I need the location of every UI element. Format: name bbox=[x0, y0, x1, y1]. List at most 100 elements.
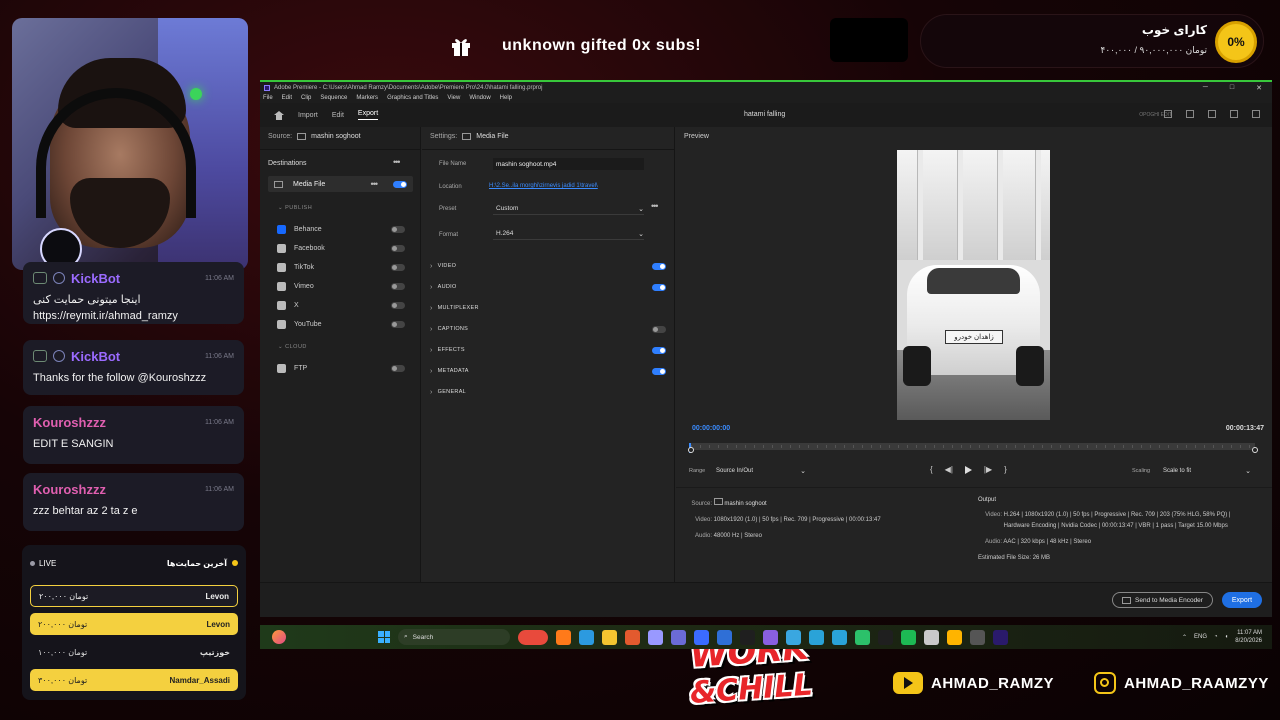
taskbar-app-icon[interactable] bbox=[518, 630, 548, 645]
tab-import[interactable]: Import bbox=[298, 112, 318, 119]
wifi-icon[interactable]: ◔ bbox=[1214, 634, 1218, 640]
section-toggle[interactable] bbox=[652, 325, 666, 333]
scaling-select[interactable]: Scale to fit ⌄ bbox=[1163, 465, 1251, 477]
fullscreen-icon[interactable] bbox=[1252, 110, 1260, 118]
section-video[interactable]: › VIDEO bbox=[430, 259, 666, 273]
taskbar-app-icon[interactable] bbox=[878, 630, 893, 645]
tab-edit[interactable]: Edit bbox=[332, 112, 344, 119]
dest-toggle[interactable] bbox=[391, 282, 405, 290]
more-options-icon[interactable]: ••• bbox=[393, 157, 401, 167]
taskbar-app-icon[interactable] bbox=[924, 630, 939, 645]
in-point-handle[interactable] bbox=[688, 447, 694, 453]
section-metadata[interactable]: › METADATA bbox=[430, 364, 666, 378]
minimize-icon[interactable]: ─ bbox=[1203, 84, 1208, 92]
quick-export-icon[interactable] bbox=[1186, 110, 1194, 118]
section-toggle[interactable] bbox=[652, 262, 666, 270]
taskbar-app-icon[interactable] bbox=[648, 630, 663, 645]
taskbar-app-icon[interactable] bbox=[579, 630, 594, 645]
dest-item-youtube[interactable]: YouTube bbox=[277, 318, 405, 330]
taskbar-app-icon[interactable] bbox=[947, 630, 962, 645]
timecode-start[interactable]: 00:00:00:00 bbox=[692, 425, 730, 432]
section-effects[interactable]: › EFFECTS bbox=[430, 343, 666, 357]
taskbar-app-icon[interactable] bbox=[901, 630, 916, 645]
menu-item-window[interactable]: Window bbox=[469, 95, 490, 101]
taskbar-app-icon[interactable] bbox=[740, 630, 755, 645]
menu-item-help[interactable]: Help bbox=[500, 95, 512, 101]
dest-item-x[interactable]: X bbox=[277, 299, 405, 311]
step-back-icon[interactable]: ◀︎| bbox=[945, 465, 953, 474]
section-audio[interactable]: › AUDIO bbox=[430, 280, 666, 294]
taskbar-app-icon[interactable] bbox=[602, 630, 617, 645]
section-captions[interactable]: › CAPTIONS bbox=[430, 322, 666, 336]
section-multiplexer[interactable]: › MULTIPLEXER bbox=[430, 301, 666, 315]
dest-item-ftp[interactable]: FTP bbox=[277, 362, 405, 374]
dest-toggle[interactable] bbox=[391, 263, 405, 271]
taskbar-app-icon[interactable] bbox=[625, 630, 640, 645]
mark-out-icon[interactable]: } bbox=[1004, 465, 1007, 474]
search-icon[interactable] bbox=[1230, 110, 1238, 118]
lang-indicator[interactable]: ENG bbox=[1194, 634, 1207, 640]
dest-item-facebook[interactable]: Facebook bbox=[277, 242, 405, 254]
preset-menu-icon[interactable]: ••• bbox=[651, 201, 659, 211]
dest-media-file[interactable]: Media File ••• bbox=[268, 176, 413, 192]
section-toggle[interactable] bbox=[652, 367, 666, 375]
menu-item-edit[interactable]: Edit bbox=[282, 95, 292, 101]
range-select[interactable]: Source In/Out ⌄ bbox=[716, 465, 806, 477]
taskbar-app-icon[interactable] bbox=[717, 630, 732, 645]
clock[interactable]: 11:07 AM 8/20/2026 bbox=[1235, 629, 1262, 645]
dest-item-vimeo[interactable]: Vimeo bbox=[277, 280, 405, 292]
taskbar-app-icon[interactable] bbox=[763, 630, 778, 645]
tab-export[interactable]: Export bbox=[357, 110, 379, 120]
menu-item-sequence[interactable]: Sequence bbox=[320, 95, 347, 101]
file-name-input[interactable]: mashin soghoot.mp4 bbox=[493, 158, 644, 170]
menu-item-clip[interactable]: Clip bbox=[301, 95, 311, 101]
send-to-encoder-button[interactable]: Send to Media Encoder bbox=[1112, 592, 1213, 608]
mark-in-icon[interactable]: { bbox=[930, 465, 933, 474]
taskbar-app-icon[interactable] bbox=[786, 630, 801, 645]
taskbar-app-icon[interactable] bbox=[556, 630, 571, 645]
dest-toggle[interactable] bbox=[391, 244, 405, 252]
preset-select[interactable]: Custom ⌄ bbox=[493, 203, 644, 215]
menu-item-graphics-and-titles[interactable]: Graphics and Titles bbox=[387, 95, 438, 101]
menu-item-file[interactable]: File bbox=[263, 95, 273, 101]
taskbar-app-icon[interactable] bbox=[671, 630, 686, 645]
home-icon[interactable] bbox=[274, 110, 284, 120]
play-icon[interactable] bbox=[964, 465, 972, 474]
dest-item-behance[interactable]: Behance bbox=[277, 223, 405, 235]
section-toggle[interactable] bbox=[652, 346, 666, 354]
taskbar-app-icon[interactable] bbox=[694, 630, 709, 645]
export-button[interactable]: Export bbox=[1222, 592, 1262, 608]
workspaces-icon[interactable] bbox=[1164, 110, 1172, 118]
dest-toggle[interactable] bbox=[391, 364, 405, 372]
menu-icon[interactable] bbox=[1208, 110, 1216, 118]
media-file-toggle[interactable] bbox=[393, 180, 407, 188]
menu-item-view[interactable]: View bbox=[447, 95, 460, 101]
maximize-icon[interactable]: □ bbox=[1230, 84, 1234, 92]
dest-toggle[interactable] bbox=[391, 301, 405, 309]
media-file-menu-icon[interactable]: ••• bbox=[371, 179, 379, 189]
section-general[interactable]: › GENERAL bbox=[430, 385, 666, 399]
section-toggle[interactable] bbox=[652, 283, 666, 291]
taskbar-search[interactable]: ⌕ Search bbox=[398, 629, 510, 645]
widgets-icon[interactable] bbox=[272, 630, 286, 644]
dest-item-tiktok[interactable]: TikTok bbox=[277, 261, 405, 273]
taskbar-app-icon[interactable] bbox=[855, 630, 870, 645]
step-forward-icon[interactable]: |▶︎ bbox=[984, 465, 992, 474]
menu-item-markers[interactable]: Markers bbox=[356, 95, 378, 101]
start-icon[interactable] bbox=[378, 631, 390, 643]
location-link[interactable]: H:\2.Se..ila morghi\zirnevis jadid 1\tra… bbox=[489, 183, 598, 189]
taskbar-app-icon[interactable] bbox=[832, 630, 847, 645]
volume-icon[interactable]: ◖ bbox=[1225, 634, 1229, 640]
out-point-handle[interactable] bbox=[1252, 447, 1258, 453]
cloud-section-label[interactable]: CLOUD bbox=[278, 344, 307, 350]
format-select[interactable]: H.264 ⌄ bbox=[493, 228, 644, 240]
dest-toggle[interactable] bbox=[391, 320, 405, 328]
taskbar-app-icon[interactable] bbox=[970, 630, 985, 645]
taskbar-app-icon[interactable] bbox=[809, 630, 824, 645]
publish-section-label[interactable]: PUBLISH bbox=[278, 205, 312, 211]
dest-toggle[interactable] bbox=[391, 225, 405, 233]
timeline-scrubber[interactable] bbox=[691, 443, 1255, 450]
close-icon[interactable]: ✕ bbox=[1256, 84, 1262, 92]
taskbar-app-icon[interactable] bbox=[993, 630, 1008, 645]
tray-chevron-icon[interactable]: ⌃ bbox=[1182, 634, 1187, 641]
